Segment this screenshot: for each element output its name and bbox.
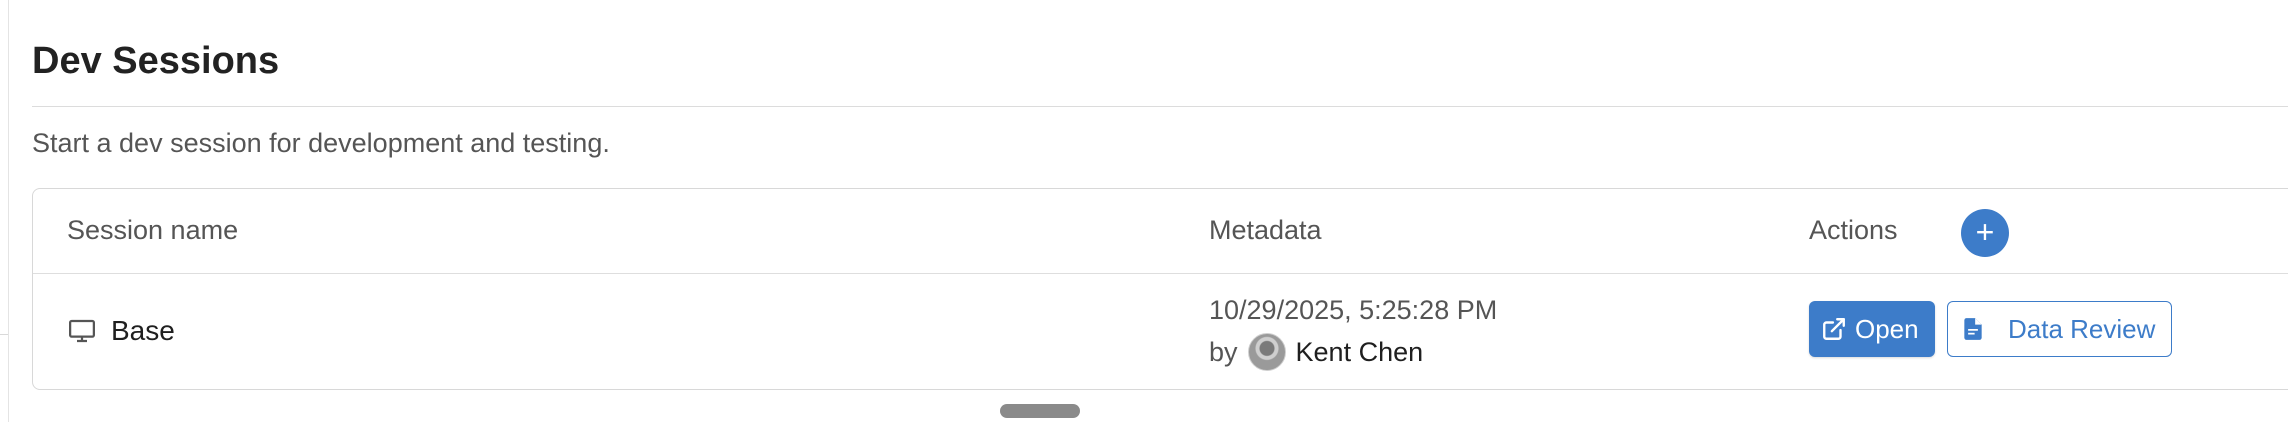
session-timestamp: 10/29/2025, 5:25:28 PM (1209, 295, 1498, 325)
session-name-cell: Base (67, 315, 175, 347)
add-session-button[interactable]: + (1961, 209, 2009, 257)
external-link-icon (1823, 318, 1845, 340)
data-review-button[interactable]: Data Review (1947, 301, 2173, 357)
page-title: Dev Sessions (32, 40, 280, 82)
page-subtitle: Start a dev session for development and … (32, 128, 610, 158)
data-review-button-label: Data Review (2008, 313, 2156, 344)
column-header-session-name: Session name (67, 215, 239, 245)
sessions-table: Session name Metadata Actions + Base 10/… (32, 188, 2288, 390)
author-name: Kent Chen (1295, 336, 1424, 367)
column-header-metadata: Metadata (1209, 215, 1322, 245)
header-divider (33, 273, 2288, 274)
avatar (1247, 333, 1286, 371)
by-label: by (1209, 336, 1238, 367)
title-divider (32, 106, 2288, 107)
monitor-icon (67, 316, 97, 346)
left-panel-divider (0, 334, 8, 335)
document-icon (1964, 318, 1982, 340)
left-panel-border (8, 0, 9, 422)
session-author: by Kent Chen (1209, 333, 1423, 371)
column-header-actions: Actions (1809, 215, 1898, 245)
horizontal-scroll-handle[interactable] (1000, 404, 1080, 418)
open-button[interactable]: Open (1809, 301, 1935, 357)
session-name: Base (111, 315, 175, 346)
open-button-label: Open (1855, 313, 1919, 344)
dev-sessions-panel: Dev Sessions Start a dev session for dev… (0, 0, 2288, 422)
